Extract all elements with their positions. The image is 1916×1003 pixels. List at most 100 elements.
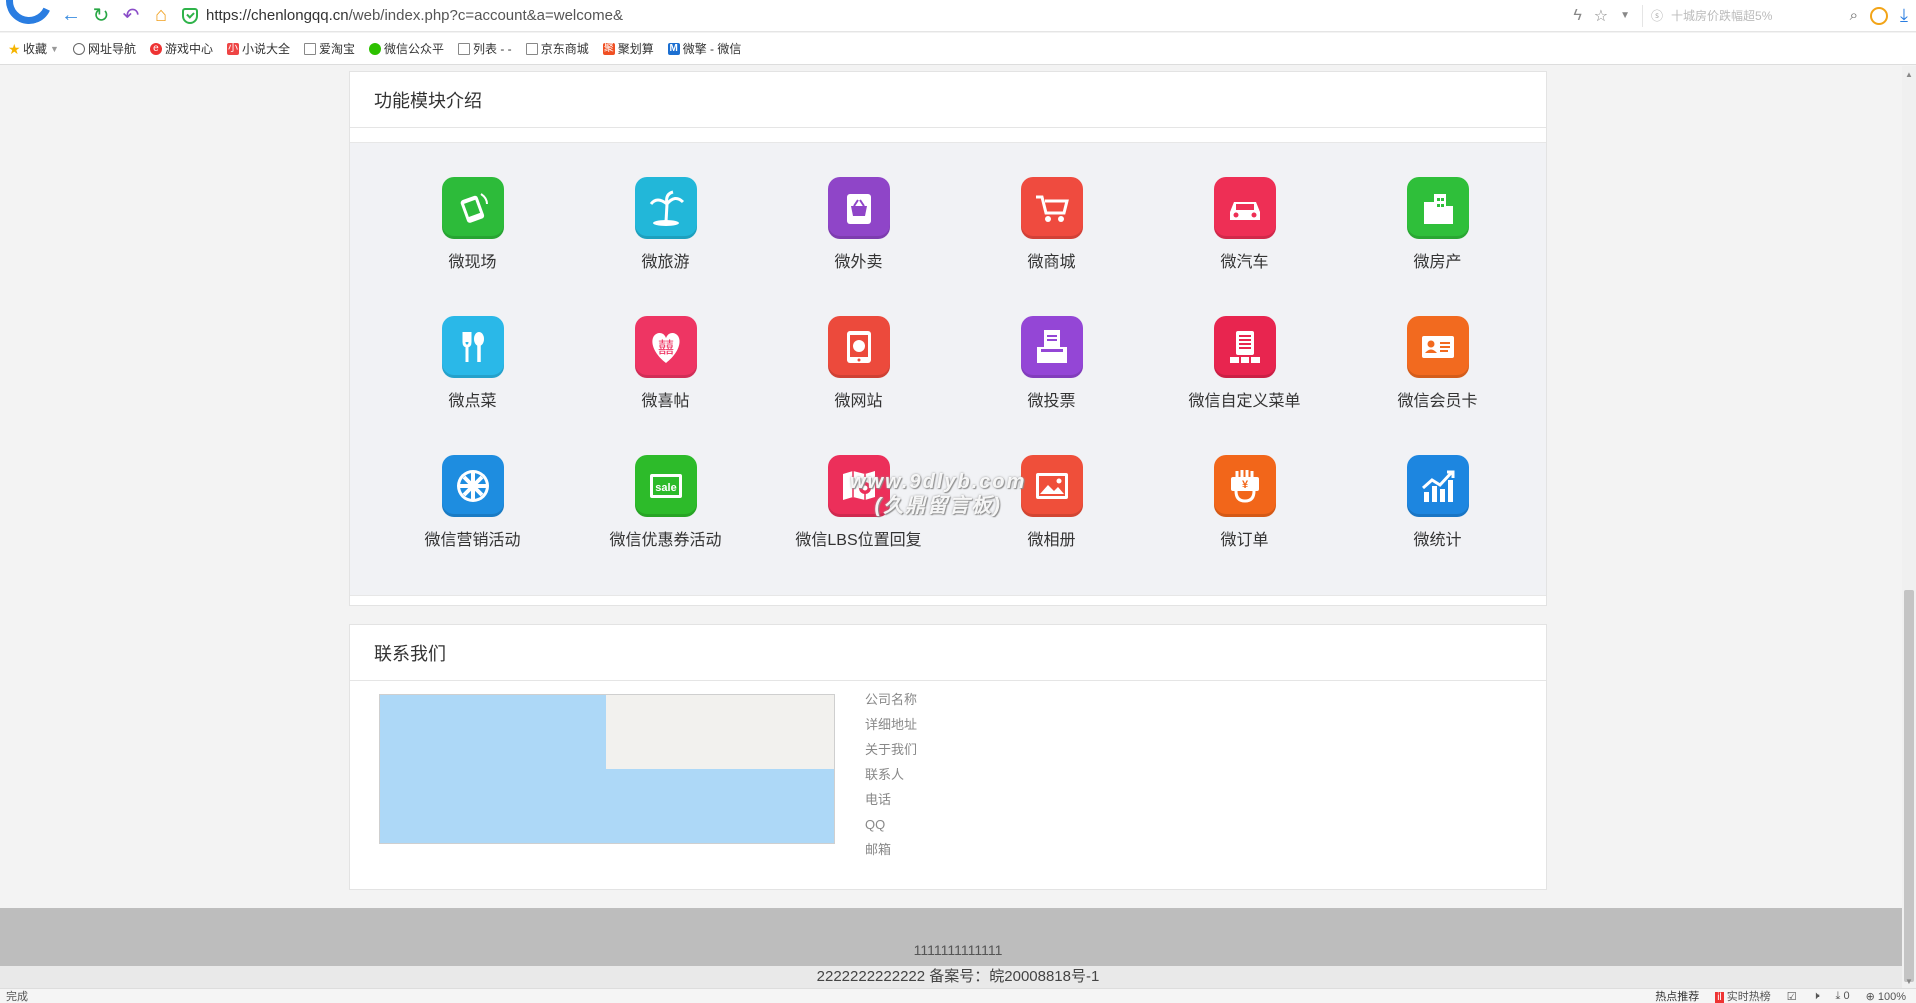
bookmark-games[interactable]: e 游戏中心 [149, 40, 213, 57]
chevron-down-icon[interactable]: ▼ [1620, 10, 1630, 21]
realtime-hot[interactable]: il 实时热榜 [1715, 988, 1771, 1003]
undo-icon[interactable]: ↶ [116, 0, 146, 32]
tablet-globe-icon [827, 316, 890, 378]
module-label: 微外卖 [834, 254, 883, 271]
phone-label: 电话 [865, 792, 892, 807]
bookmark-juhuasuan[interactable]: 聚聚划算 [602, 40, 654, 57]
bookmark-nav[interactable]: 网址导航 [72, 40, 136, 57]
module-label: 微喜帖 [641, 393, 690, 410]
car-icon [1213, 177, 1276, 239]
module-item[interactable]: 微外卖 [762, 177, 955, 316]
search-icon[interactable]: ⌕ [1850, 7, 1858, 24]
buildings-icon [1406, 177, 1469, 239]
contact-person-label: 联系人 [865, 767, 905, 782]
page-icon [303, 42, 316, 55]
refresh-icon[interactable]: ↻ [86, 0, 116, 32]
cart-icon [1020, 177, 1083, 239]
contact-info: 公司名称 详细地址 关于我们 联系人 电话 QQ 邮箱 [865, 687, 917, 862]
footer-line1: 1111111111111 [913, 942, 1003, 958]
module-item[interactable]: 微房产 [1341, 177, 1534, 316]
module-grid: 微现场 微旅游 微外卖 微商城 微汽车 微房产 微点菜囍微喜帖 微网站 微投票 微信自定义菜单 微信… [376, 177, 1534, 594]
bookmark-taobao[interactable]: 爱淘宝 [303, 40, 355, 57]
module-label: 微信会员卡 [1397, 393, 1478, 410]
module-item[interactable]: 微信LBS位置回复 [762, 455, 955, 594]
module-item[interactable]: 微统计 [1341, 455, 1534, 594]
url-host: https://chenlongqq.cn [206, 7, 349, 24]
home-icon[interactable]: ⌂ [146, 0, 176, 32]
page-icon [458, 42, 471, 55]
lightning-icon[interactable]: ϟ [1573, 7, 1581, 25]
bookmark-weiqing[interactable]: M 微擎 - 微信 [667, 40, 741, 57]
module-item[interactable]: 微相册 [955, 455, 1148, 594]
module-item[interactable]: 微商城 [955, 177, 1148, 316]
modules-area: 微现场 微旅游 微外卖 微商城 微汽车 微房产 微点菜囍微喜帖 微网站 微投票 微信自定义菜单 微信… [350, 142, 1546, 596]
module-item[interactable]: 微现场 [376, 177, 569, 316]
hands-phone-icon [441, 177, 504, 239]
globe-icon [72, 42, 85, 55]
url-path: /web/index.php?c=account&a=welcome& [348, 7, 623, 24]
zoom-level[interactable]: ⊕ 100% [1866, 990, 1906, 1003]
search-placeholder: 十城房价跌幅超5% [1671, 9, 1773, 23]
juhuasuan-icon: 聚 [602, 42, 615, 55]
module-item[interactable]: 微汽车 [1148, 177, 1341, 316]
mute-icon[interactable]: 🕨 [1813, 990, 1820, 1003]
wheel-icon [441, 455, 504, 517]
module-item[interactable]: 微网站 [762, 316, 955, 455]
scroll-up-icon[interactable]: ▲ [1905, 70, 1913, 79]
module-item[interactable]: 微投票 [955, 316, 1148, 455]
module-label: 微商城 [1027, 254, 1076, 271]
search-engine-icon: ⓢ [1651, 9, 1664, 23]
module-label: 微旅游 [641, 254, 690, 271]
qq-label: QQ [865, 817, 886, 832]
download-icon[interactable]: ⤓ [1900, 5, 1908, 26]
module-item[interactable]: 微信会员卡 [1341, 316, 1534, 455]
back-arrow-icon[interactable]: ← [56, 0, 86, 32]
bookmark-novels[interactable]: 小小说大全 [226, 40, 290, 57]
star-bookmark-icon[interactable]: ☆ [1594, 6, 1608, 26]
hot-chart-icon: il [1715, 992, 1724, 1003]
browser-logo-icon[interactable] [0, 0, 56, 32]
bookmark-favorites[interactable]: ★ 收藏 ▼ [8, 40, 59, 57]
module-label: 微房产 [1413, 254, 1462, 271]
search-input[interactable]: ⓢ 十城房价跌幅超5% ⌕ [1642, 4, 1858, 27]
url-field[interactable]: https://chenlongqq.cn/web/index.php?c=ac… [182, 4, 1502, 28]
vertical-scrollbar[interactable]: ▲ ▼ [1902, 66, 1916, 988]
module-item[interactable]: 微旅游 [569, 177, 762, 316]
status-bar: 完成 热点推荐 il 实时热榜 ☑ 🕨 ⤓ 0 ⊕ 100% [0, 988, 1916, 1003]
bookmark-jd[interactable]: 京东商城 [525, 40, 589, 57]
bookmarks-bar: ★ 收藏 ▼ 网址导航 e 游戏中心 小小说大全 爱淘宝 微信公众平 列表 - - 京… [0, 33, 1916, 65]
hot-recommend[interactable]: 热点推荐 [1655, 988, 1699, 1003]
module-label: 微相册 [1027, 532, 1076, 549]
module-item[interactable]: sale 微信优惠券活动 [569, 455, 762, 594]
contact-map[interactable] [379, 694, 835, 844]
module-item[interactable]: 微点菜 [376, 316, 569, 455]
double-happiness-icon: 囍 [634, 316, 697, 378]
module-item[interactable]: 囍微喜帖 [569, 316, 762, 455]
star-icon: ★ [8, 40, 21, 57]
check-icon[interactable]: ☑ [1787, 990, 1797, 1003]
module-item[interactable]: ¥ 微订单 [1148, 455, 1341, 594]
scroll-down-icon[interactable]: ▼ [1905, 977, 1913, 986]
menu-list-icon [1213, 316, 1276, 378]
bookmark-list[interactable]: 列表 - - [458, 40, 512, 57]
module-label: 微网站 [834, 393, 883, 410]
chart-icon [1406, 455, 1469, 517]
download-count[interactable]: ⤓ 0 [1836, 990, 1850, 1003]
module-label: 微信营销活动 [424, 532, 521, 549]
module-label: 微信自定义菜单 [1188, 393, 1301, 410]
scrollbar-thumb[interactable] [1904, 590, 1914, 982]
security-shield-icon [182, 7, 198, 24]
yuan-hand-icon: ¥ [1213, 455, 1276, 517]
module-item[interactable]: 微信营销活动 [376, 455, 569, 594]
module-label: 微汽车 [1220, 254, 1269, 271]
modules-panel: 功能模块介绍 微现场 微旅游 微外卖 微商城 微汽车 微房产 微点菜囍微喜帖 微网站 微投票 微信… [349, 71, 1547, 606]
module-label: 微订单 [1220, 532, 1269, 549]
photo-icon [1020, 455, 1083, 517]
bookmark-wechat[interactable]: 微信公众平 [369, 40, 444, 57]
footer-line2: 2222222222222 备案号：皖20008818号-1 [0, 966, 1916, 988]
module-item[interactable]: 微信自定义菜单 [1148, 316, 1341, 455]
about-label: 关于我们 [865, 742, 918, 757]
address-label: 详细地址 [865, 717, 918, 732]
smiley-icon[interactable] [1870, 6, 1889, 25]
module-label: 微信优惠券活动 [609, 532, 722, 549]
